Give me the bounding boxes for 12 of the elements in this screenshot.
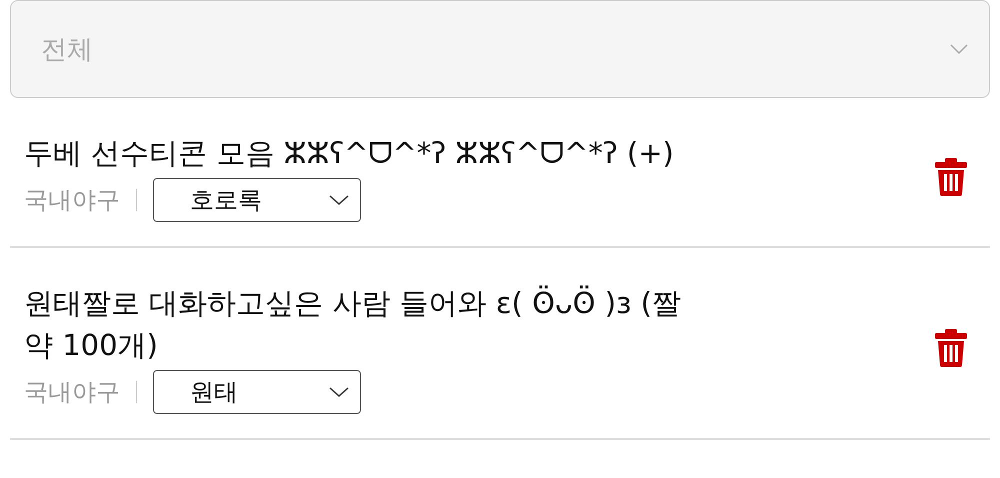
delete-icon[interactable] [934,329,968,367]
filter-placeholder: 전체 [41,34,93,66]
chevron-down-icon [949,43,969,55]
team-select[interactable]: 원태 [153,370,361,414]
post-title[interactable]: 두베 선수티콘 모음 ⵣⵣʕ^ᗜ^*ʔ ⵣⵣʕ^ᗜ^*ʔ (+) [24,132,674,174]
team-select[interactable]: 호로록 [153,178,361,222]
post-title[interactable]: 원태짤로 대화하고싶은 사람 들어와 ε( ʘ̈ᴗʘ̈ )з (짤 약 100개) [24,282,714,366]
delete-icon[interactable] [934,158,968,196]
post-category: 국내야구 [24,377,120,408]
chevron-down-icon [328,194,350,206]
post-category: 국내야구 [24,185,120,216]
chevron-down-icon [328,386,350,398]
